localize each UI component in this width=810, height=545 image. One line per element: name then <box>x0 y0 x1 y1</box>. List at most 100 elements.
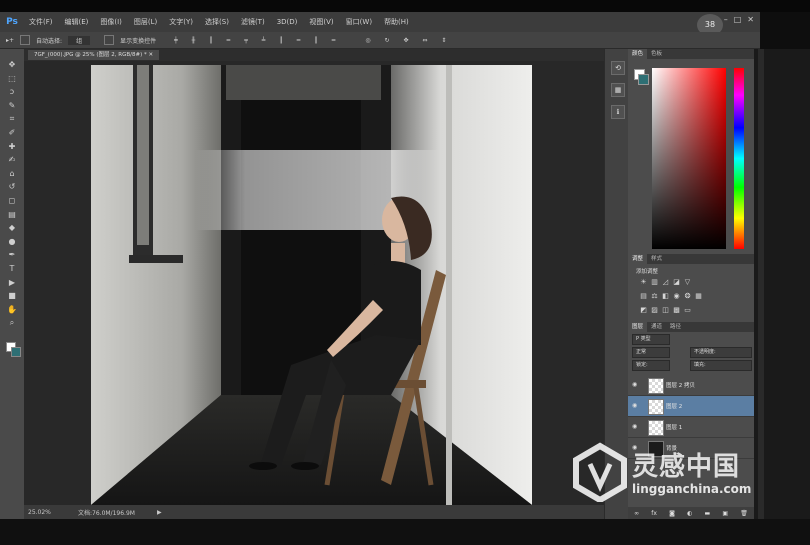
channel-mixer-icon[interactable]: ❂ <box>684 293 691 300</box>
maximize-button[interactable]: □ <box>734 15 742 24</box>
blur-icon[interactable]: ◆ <box>7 224 17 232</box>
color-panel-tabs: 颜色 色板 <box>628 49 754 59</box>
type-icon[interactable]: T <box>7 265 17 273</box>
properties-icon[interactable]: ▦ <box>611 83 625 97</box>
brush-icon[interactable]: ✍ <box>7 156 17 164</box>
menu-layer[interactable]: 图层(L) <box>134 17 157 27</box>
hand-icon[interactable]: ✋ <box>7 305 17 314</box>
menu-view[interactable]: 视图(V) <box>309 17 333 27</box>
auto-select-checkbox[interactable] <box>20 35 31 45</box>
photo-canvas[interactable] <box>91 65 532 505</box>
tab-layers[interactable]: 图层 <box>628 322 648 332</box>
dodge-icon[interactable]: ● <box>7 237 17 246</box>
canvas-area[interactable] <box>24 61 604 505</box>
brightness-icon[interactable]: ☀ <box>640 279 647 286</box>
black-white-icon[interactable]: ◧ <box>662 293 669 300</box>
layer-name[interactable]: 图层 2 拷贝 <box>666 381 695 389</box>
quick-select-icon[interactable]: ✎ <box>7 101 17 110</box>
zoom-level[interactable]: 25.02% <box>28 509 68 516</box>
menu-type[interactable]: 文字(Y) <box>169 17 193 27</box>
eraser-icon[interactable]: ◻ <box>7 197 17 205</box>
gradient-icon[interactable]: ▤ <box>7 210 17 219</box>
link-layers-icon[interactable]: ∞ <box>634 510 639 517</box>
status-bar: 25.02% 文档:76.0M/196.9M ▶ <box>24 505 604 519</box>
hue-slider[interactable] <box>734 68 744 249</box>
path-select-icon[interactable]: ▶ <box>7 278 17 287</box>
blend-mode-select[interactable]: 正常 <box>632 347 670 358</box>
tab-styles[interactable]: 样式 <box>647 254 666 264</box>
info-icon[interactable]: ℹ <box>611 105 625 119</box>
stamp-icon[interactable]: ⌂ <box>7 169 17 178</box>
lasso-icon[interactable]: ↄ <box>7 88 17 96</box>
new-adjustment-icon[interactable]: ◐ <box>687 510 692 517</box>
new-layer-icon[interactable]: ▣ <box>722 510 728 517</box>
close-button[interactable]: ✕ <box>747 15 754 24</box>
color-picker-field[interactable] <box>652 68 726 249</box>
auto-select-dropdown[interactable]: 组 <box>68 35 91 45</box>
history-brush-icon[interactable]: ↺ <box>7 183 17 191</box>
fx-icon[interactable]: fx <box>651 510 657 517</box>
opacity-label[interactable]: 不透明度: <box>690 347 752 358</box>
menu-filter[interactable]: 滤镜(T) <box>241 17 265 27</box>
tab-channels[interactable]: 通道 <box>647 322 666 332</box>
gradient-map-icon[interactable]: ▭ <box>684 307 691 314</box>
crop-icon[interactable]: ⌗ <box>7 115 17 123</box>
vibrance-icon[interactable]: ▽ <box>684 279 691 286</box>
menu-help[interactable]: 帮助(H) <box>384 17 409 27</box>
layer-row[interactable]: ◉ 图层 2 拷贝 <box>628 375 754 396</box>
pen-icon[interactable]: ✒ <box>7 251 17 259</box>
layer-row[interactable]: ◉ 图层 1 <box>628 417 754 438</box>
layer-kind-filter[interactable]: P 类型 <box>632 334 670 345</box>
watermark-title: 灵感中国 <box>632 452 741 482</box>
move-tool-icon[interactable]: ▸+ <box>6 37 14 44</box>
hue-saturation-icon[interactable]: ▤ <box>640 293 647 300</box>
align-icons[interactable]: ╪ ╫ ║ ═ ╤ ╧ ┃ ━ ║ ═ <box>174 37 341 44</box>
tab-paths[interactable]: 路径 <box>666 322 685 332</box>
document-tab[interactable]: 7GF_(000).JPG @ 25% (图层 2, RGB/8#) * ✕ <box>28 50 160 60</box>
move-icon[interactable]: ✥ <box>7 61 17 69</box>
menu-edit[interactable]: 编辑(E) <box>65 17 89 27</box>
zoom-icon[interactable]: ⌕ <box>7 319 17 327</box>
tab-color[interactable]: 颜色 <box>628 49 648 59</box>
selective-color-icon[interactable]: ▩ <box>673 307 680 314</box>
3d-mode-icons[interactable]: ◎ ↻ ✥ ⇔ ⇕ <box>365 37 452 44</box>
posterize-icon[interactable]: ▨ <box>651 307 658 314</box>
add-mask-icon[interactable]: ◙ <box>669 510 675 517</box>
levels-icon[interactable]: ▥ <box>651 279 658 286</box>
layer-row[interactable]: ◉ 图层 2 <box>628 396 754 417</box>
menu-file[interactable]: 文件(F) <box>29 17 53 27</box>
status-menu-arrow-icon[interactable]: ▶ <box>157 509 162 516</box>
tab-swatches[interactable]: 色板 <box>647 49 666 59</box>
photo-filter-icon[interactable]: ◉ <box>673 293 680 300</box>
eyedropper-icon[interactable]: ✐ <box>7 129 17 137</box>
show-transform-checkbox[interactable] <box>104 35 115 45</box>
new-group-icon[interactable]: ▬ <box>705 510 711 517</box>
marquee-icon[interactable]: ⬚ <box>7 74 17 83</box>
fill-label[interactable]: 填充: <box>690 360 752 371</box>
curves-icon[interactable]: ◿ <box>662 279 669 286</box>
invert-icon[interactable]: ◩ <box>640 307 647 314</box>
menu-image[interactable]: 图像(I) <box>100 17 122 27</box>
history-icon[interactable]: ⟲ <box>611 61 625 75</box>
color-lookup-icon[interactable]: ▦ <box>695 293 702 300</box>
background-color-swatch[interactable] <box>11 347 21 357</box>
layer-name[interactable]: 图层 2 <box>666 402 682 410</box>
minimize-button[interactable]: – <box>724 15 728 24</box>
shape-icon[interactable]: ■ <box>7 292 17 300</box>
menu-3d[interactable]: 3D(D) <box>277 18 298 26</box>
ps-logo: Ps <box>6 17 18 27</box>
exposure-icon[interactable]: ◪ <box>673 279 680 286</box>
color-balance-icon[interactable]: ⚖ <box>651 293 658 300</box>
menu-select[interactable]: 选择(S) <box>205 17 229 27</box>
threshold-icon[interactable]: ◫ <box>662 307 669 314</box>
menu-window[interactable]: 窗口(W) <box>346 17 372 27</box>
top-band <box>0 0 810 12</box>
delete-layer-icon[interactable]: 🗑 <box>740 510 748 517</box>
visibility-eye-icon[interactable]: ◉ <box>632 381 639 388</box>
layer-name[interactable]: 图层 1 <box>666 423 682 431</box>
tab-adjustments[interactable]: 调整 <box>628 254 648 264</box>
healing-icon[interactable]: ✚ <box>7 142 17 151</box>
visibility-eye-icon[interactable]: ◉ <box>632 423 639 430</box>
visibility-eye-icon[interactable]: ◉ <box>632 402 639 409</box>
panel-background-swatch[interactable] <box>638 74 649 85</box>
